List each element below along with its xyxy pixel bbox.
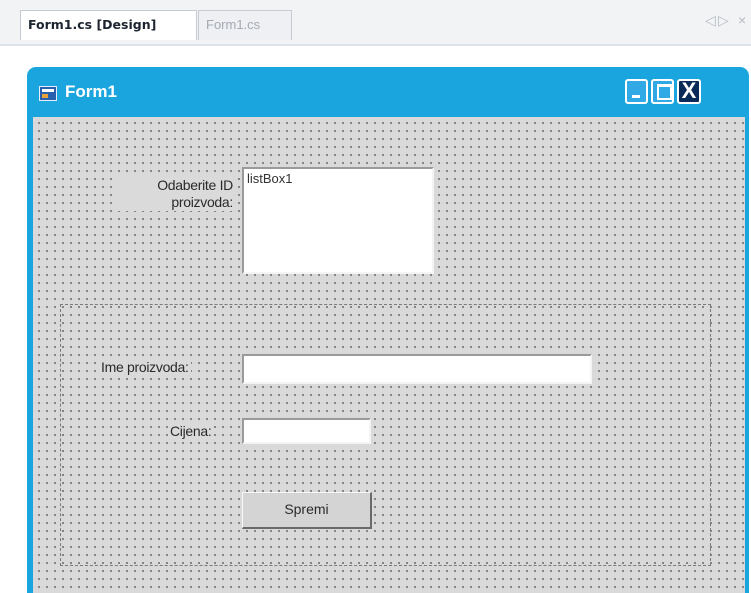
- arrow-left-icon[interactable]: ◁: [705, 12, 716, 29]
- arrow-right-icon[interactable]: ▷: [718, 12, 729, 29]
- form-title: Form1: [65, 82, 117, 101]
- form-window-icon: [39, 86, 57, 101]
- close-button[interactable]: X: [677, 79, 701, 104]
- save-button[interactable]: Spremi: [242, 492, 372, 529]
- close-icon[interactable]: ×: [738, 12, 746, 28]
- document-tab-strip: Form1.cs [Design] Form1.cs ◁ ▷ ×: [0, 0, 751, 46]
- product-id-label: Odaberite ID proizvoda:: [113, 177, 233, 211]
- price-textbox[interactable]: [242, 418, 371, 444]
- minimize-button[interactable]: [625, 79, 648, 104]
- maximize-button[interactable]: [651, 79, 674, 104]
- product-name-label: Ime proizvoda:: [99, 359, 191, 375]
- form-window[interactable]: Form1 X Odaberite ID proizvoda: listBox1…: [27, 67, 749, 593]
- product-id-listbox[interactable]: listBox1: [242, 167, 434, 274]
- tab-form1-design[interactable]: Form1.cs [Design]: [20, 10, 197, 40]
- price-label: Cijena:: [168, 423, 214, 439]
- form-client-area[interactable]: Odaberite ID proizvoda: listBox1 Ime pro…: [33, 117, 745, 593]
- product-details-panel[interactable]: [60, 304, 711, 566]
- form-titlebar[interactable]: Form1 X: [27, 67, 749, 117]
- tab-form1-code[interactable]: Form1.cs: [198, 10, 292, 40]
- product-name-textbox[interactable]: [242, 354, 592, 384]
